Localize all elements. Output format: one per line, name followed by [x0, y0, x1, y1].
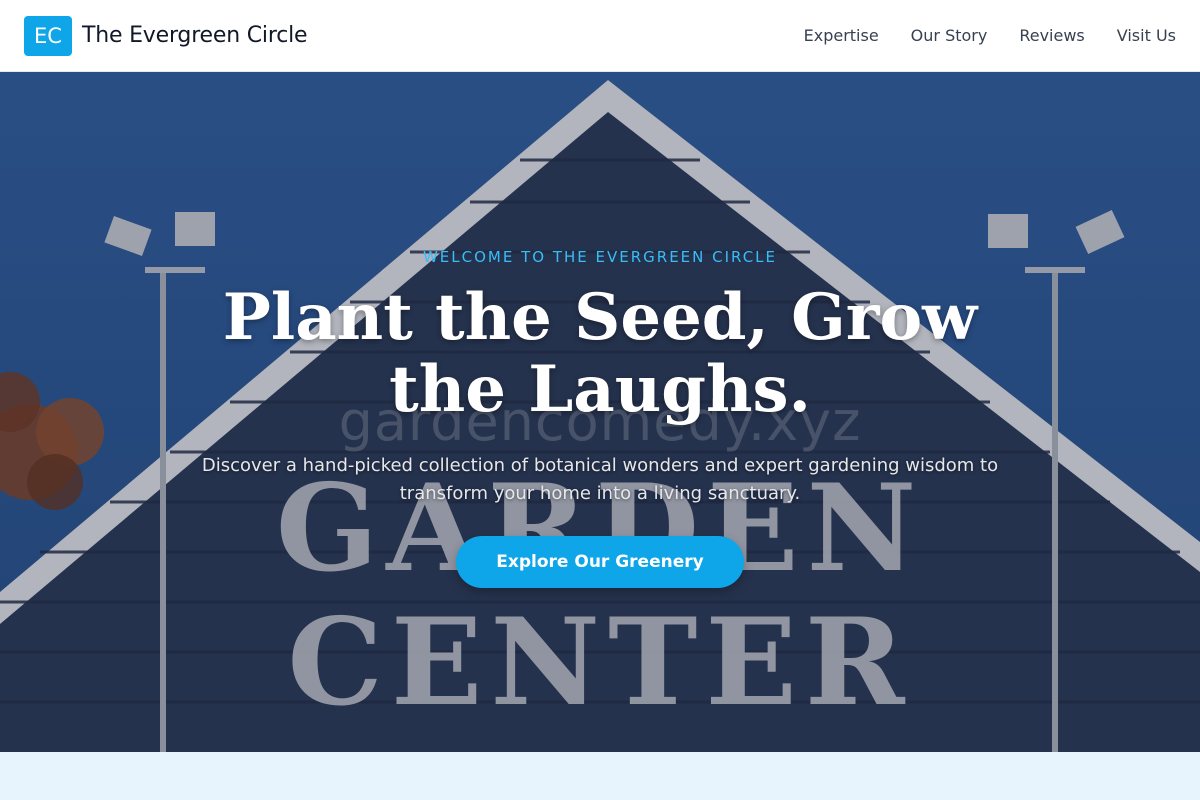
logo-badge: EC [24, 15, 72, 56]
hero-headline: Plant the Seed, Grow the Laughs. [222, 280, 978, 427]
next-section-edge [0, 752, 1200, 800]
hero-content: WELCOME TO THE EVERGREEN CIRCLE Plant th… [0, 248, 1200, 588]
brand-link[interactable]: EC The Evergreen Circle [24, 15, 308, 56]
hero-section: GARDEN CENTER gardencomedy.xyz WELCOME T… [0, 72, 1200, 752]
explore-greenery-button[interactable]: Explore Our Greenery [456, 536, 744, 588]
brand-name: The Evergreen Circle [82, 23, 308, 48]
nav-link-reviews[interactable]: Reviews [1019, 26, 1084, 45]
main-nav: Expertise Our Story Reviews Visit Us [804, 26, 1176, 45]
hero-eyebrow: WELCOME TO THE EVERGREEN CIRCLE [422, 248, 778, 266]
site-header: EC The Evergreen Circle Expertise Our St… [0, 0, 1200, 72]
nav-link-our-story[interactable]: Our Story [911, 26, 988, 45]
hero-subtext: Discover a hand-picked collection of bot… [201, 455, 999, 504]
nav-link-visit-us[interactable]: Visit Us [1117, 26, 1176, 45]
nav-link-expertise[interactable]: Expertise [804, 26, 879, 45]
